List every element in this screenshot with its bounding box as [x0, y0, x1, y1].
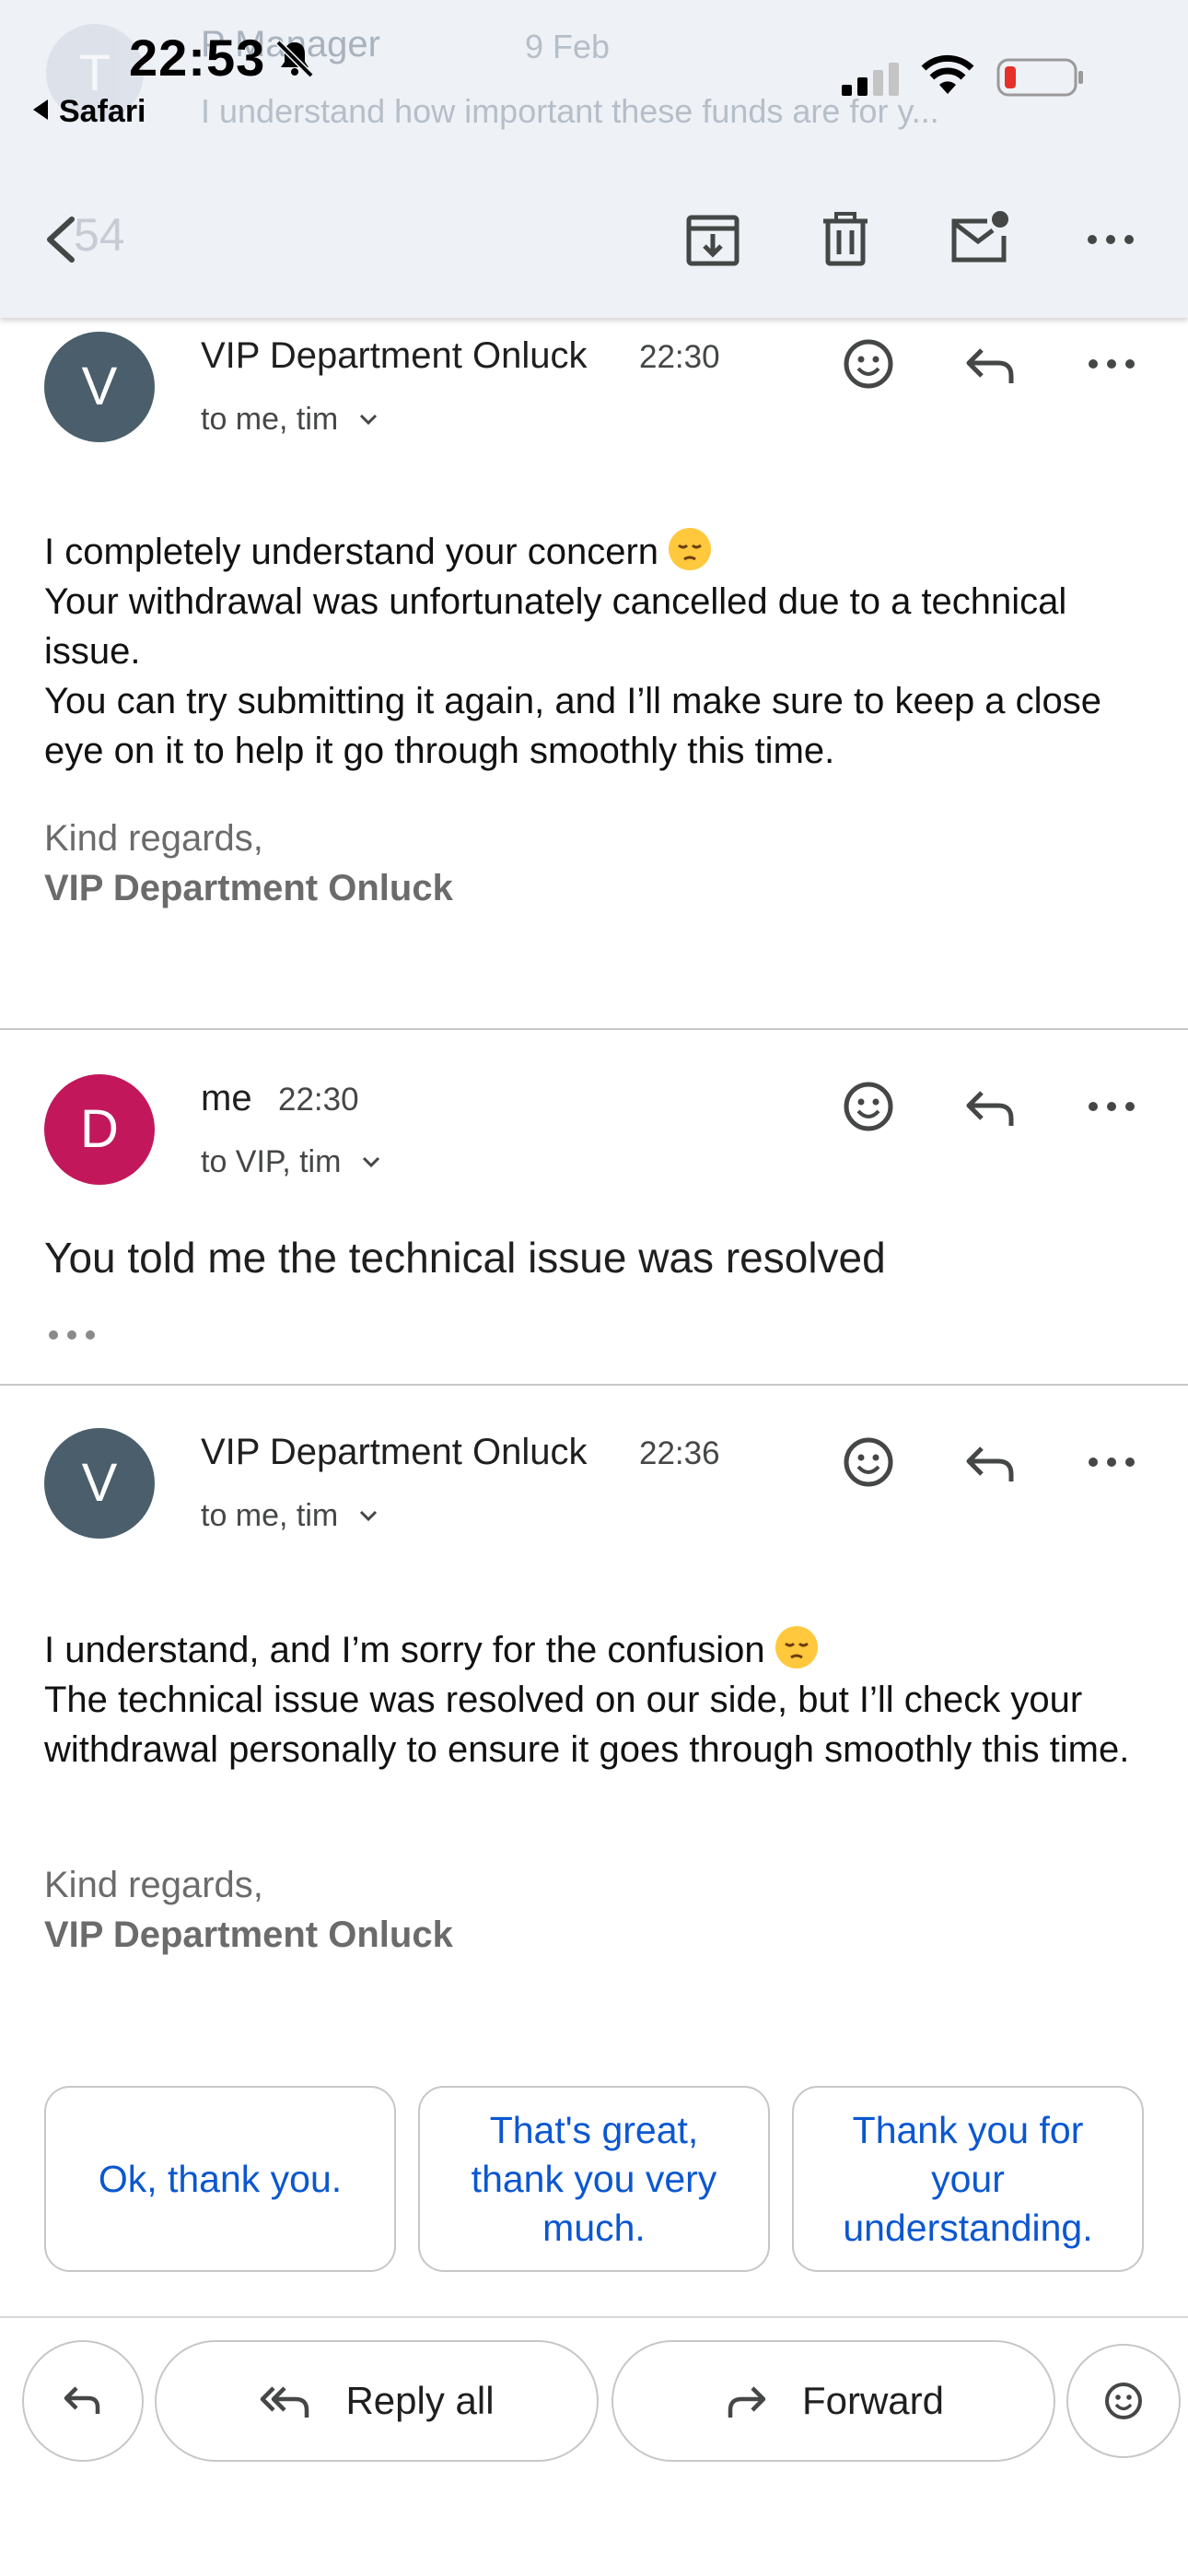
body-line: I completely understand your concern — [44, 525, 1149, 577]
mark-unread-icon[interactable] — [945, 205, 1015, 275]
smart-reply-chip[interactable]: That's great, thank you very much. — [418, 2086, 770, 2272]
signature: VIP Department Onluck — [44, 1914, 453, 1955]
divider — [0, 1028, 1188, 1030]
chevron-down-icon — [359, 414, 377, 426]
chevron-down-icon — [362, 1156, 379, 1168]
background-snippet: I understand how important these funds a… — [201, 92, 939, 130]
forward-icon — [728, 2386, 766, 2418]
pensive-face-icon — [669, 528, 712, 570]
recipients-toggle[interactable]: to me, tim — [201, 1498, 379, 1534]
body-line: I understand, and I’m sorry for the conf… — [44, 1623, 1149, 1675]
body-line: You can try submitting it again, and I’l… — [44, 681, 1102, 771]
divider — [0, 1384, 1188, 1386]
message-snippet: You told me the technical issue was reso… — [44, 1234, 886, 1282]
body-line: The technical issue was resolved on our … — [44, 1680, 1130, 1770]
divider — [0, 2316, 1188, 2318]
avatar[interactable]: V — [44, 1428, 155, 1539]
smart-reply-chip[interactable]: Ok, thank you. — [44, 2086, 396, 2272]
more-icon[interactable] — [1076, 205, 1146, 275]
reply-icon[interactable] — [958, 332, 1022, 396]
avatar[interactable]: V — [44, 332, 155, 442]
reply-icon[interactable] — [958, 1074, 1022, 1139]
recipients-toggle[interactable]: to VIP, tim — [201, 1144, 381, 1180]
reply-all-button[interactable]: Reply all — [155, 2340, 599, 2462]
forward-button[interactable]: Forward — [611, 2340, 1055, 2462]
sign-off: Kind regards, — [44, 1865, 263, 1905]
sign-off: Kind regards, — [44, 818, 263, 859]
message-time: 22:30 — [278, 1082, 359, 1118]
background-count: 54 — [74, 209, 125, 261]
avatar[interactable]: D — [44, 1074, 155, 1185]
emoji-react-icon[interactable] — [836, 1074, 901, 1139]
recipients-toggle[interactable]: to me, tim — [201, 402, 379, 438]
message-time: 22:30 — [639, 339, 720, 375]
sender-name: me — [201, 1078, 252, 1118]
back-to-app[interactable]: Safari — [33, 94, 146, 130]
pensive-face-icon — [775, 1626, 818, 1669]
body-line: Your withdrawal was unfortunately cancel… — [44, 581, 1067, 672]
message-time: 22:36 — [639, 1435, 720, 1471]
bell-muted-icon — [275, 40, 314, 78]
reply-all-icon — [261, 2386, 309, 2418]
message-more-icon[interactable] — [1079, 332, 1144, 396]
sender-name: VIP Department Onluck — [201, 1432, 588, 1472]
archive-icon[interactable] — [678, 205, 748, 275]
sender-name: VIP Department Onluck — [201, 335, 588, 376]
smart-reply-chip[interactable]: Thank you for your understanding. — [792, 2086, 1144, 2272]
message-more-icon[interactable] — [1079, 1074, 1144, 1139]
reply-icon — [64, 2386, 100, 2414]
reply-icon[interactable] — [958, 1430, 1022, 1494]
message-body: I understand, and I’m sorry for the conf… — [44, 1623, 1149, 1774]
top-bar: T P Manager 9 Feb I understand how impor… — [0, 0, 1188, 318]
battery-low-icon — [996, 58, 1083, 97]
delete-icon[interactable] — [810, 205, 880, 275]
cellular-signal-icon — [842, 63, 899, 96]
reply-button[interactable] — [22, 2340, 144, 2462]
emoji-reaction-button[interactable] — [1066, 2344, 1181, 2458]
emoji-icon — [1105, 2383, 1142, 2419]
message-more-icon[interactable] — [1079, 1430, 1144, 1494]
background-date: 9 Feb — [525, 28, 611, 65]
signature: VIP Department Onluck — [44, 868, 453, 908]
status-time: 22:53 — [129, 29, 266, 87]
emoji-react-icon[interactable] — [836, 332, 901, 396]
emoji-react-icon[interactable] — [836, 1430, 901, 1494]
show-trimmed-content-icon[interactable] — [46, 1321, 98, 1349]
wifi-icon — [921, 54, 974, 94]
message-body: I completely understand your concern You… — [44, 525, 1149, 776]
chevron-down-icon — [359, 1510, 377, 1522]
